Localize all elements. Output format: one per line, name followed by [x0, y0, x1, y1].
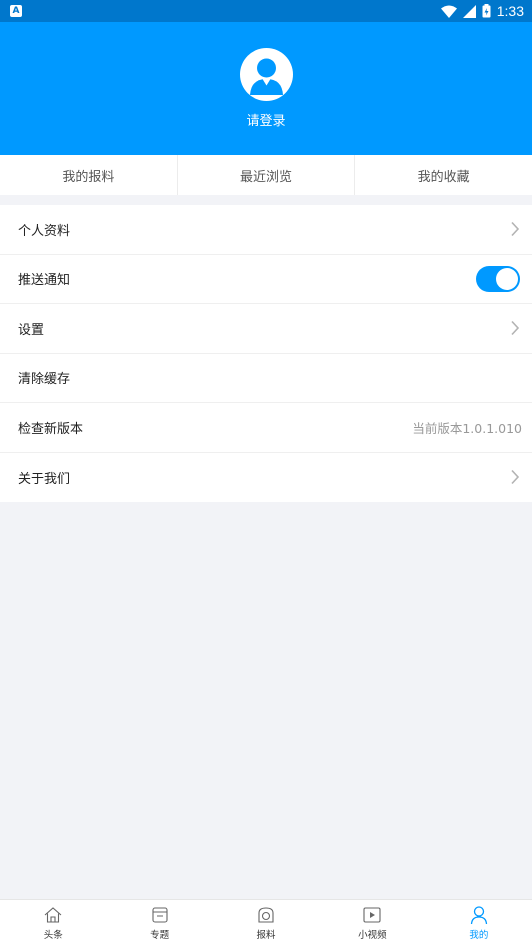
tab-my-favorites[interactable]: 我的收藏 [355, 155, 532, 195]
menu-item-label: 清除缓存 [18, 372, 71, 388]
avatar[interactable] [239, 48, 293, 101]
status-bar: A 1:33 [0, 0, 532, 22]
tab-label: 专题 [150, 930, 170, 941]
tab-report[interactable]: 报料 [213, 900, 319, 946]
menu-item-profile[interactable]: 个人资料 [0, 205, 532, 255]
topic-icon [152, 907, 168, 923]
signal-icon [462, 4, 476, 18]
tab-my-reports[interactable]: 我的报料 [0, 155, 178, 195]
avatar-user-icon [249, 58, 283, 95]
tab-topics[interactable]: 专题 [106, 900, 212, 946]
user-icon [470, 906, 487, 925]
video-icon [363, 907, 381, 923]
tab-headlines[interactable]: 头条 [0, 900, 106, 946]
report-icon [258, 907, 274, 923]
tab-label: 我的 [469, 930, 489, 941]
chevron-right-icon [511, 470, 520, 485]
tab-mine[interactable]: 我的 [426, 900, 532, 946]
tab-label: 小视频 [358, 930, 387, 941]
settings-menu: 个人资料 推送通知 设置 清除缓存 检查新版本 当前版本1.0.1.010 关于… [0, 205, 532, 502]
notification-app-icon: A [10, 5, 22, 17]
home-icon [44, 907, 62, 923]
quick-tabs: 我的报料 最近浏览 我的收藏 [0, 155, 532, 195]
current-version-text: 当前版本1.0.1.010 [412, 420, 522, 436]
status-time: 1:33 [496, 3, 524, 19]
tab-label: 报料 [256, 930, 276, 941]
login-link[interactable]: 请登录 [246, 110, 285, 129]
wifi-icon [440, 5, 457, 18]
bottom-tab-bar: 头条 专题 报料 小视频 我的 [0, 899, 532, 946]
chevron-right-icon [511, 321, 520, 336]
menu-item-label: 推送通知 [18, 273, 71, 289]
menu-item-clear-cache[interactable]: 清除缓存 [0, 354, 532, 403]
menu-item-label: 关于我们 [18, 471, 71, 487]
toggle-knob [496, 267, 518, 290]
battery-icon [482, 4, 491, 18]
status-indicators: 1:33 [440, 3, 524, 19]
menu-item-push-notifications: 推送通知 [0, 255, 532, 304]
menu-item-about-us[interactable]: 关于我们 [0, 453, 532, 503]
menu-item-label: 设置 [18, 322, 45, 338]
tab-short-video[interactable]: 小视频 [319, 900, 425, 946]
menu-item-label: 检查新版本 [18, 421, 84, 437]
menu-item-settings[interactable]: 设置 [0, 304, 532, 354]
tab-recent-views[interactable]: 最近浏览 [178, 155, 356, 195]
tab-label: 头条 [43, 930, 63, 941]
chevron-right-icon [511, 222, 520, 237]
menu-item-check-update[interactable]: 检查新版本 当前版本1.0.1.010 [0, 403, 532, 453]
menu-item-label: 个人资料 [18, 223, 71, 239]
push-notification-toggle[interactable] [476, 265, 520, 292]
profile-header: 请登录 [0, 22, 532, 155]
